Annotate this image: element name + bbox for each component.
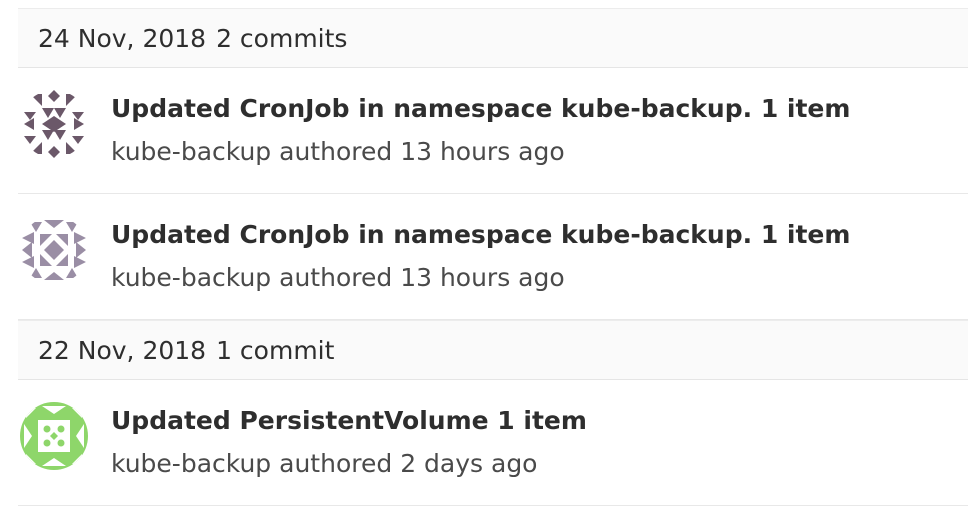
day-header: 22 Nov, 2018 1 commit	[18, 320, 968, 380]
commit-verb: authored	[279, 137, 393, 166]
commit-author[interactable]: kube-backup	[111, 449, 271, 478]
commit-row: Updated PersistentVolume 1 item kube-bac…	[18, 380, 968, 506]
commit-author[interactable]: kube-backup	[111, 137, 271, 166]
commit-meta: kube-backup authored 13 hours ago	[111, 137, 565, 166]
commit-title[interactable]: Updated PersistentVolume 1 item	[111, 406, 587, 435]
commit-count: 1 commit	[216, 335, 335, 365]
identicon-icon[interactable]	[20, 402, 88, 470]
identicon-icon[interactable]	[20, 216, 88, 284]
commit-meta: kube-backup authored 13 hours ago	[111, 263, 565, 292]
day-header: 24 Nov, 2018 2 commits	[18, 8, 968, 68]
commit-time: 13 hours ago	[400, 137, 565, 166]
day-date: 22 Nov, 2018	[38, 335, 207, 365]
commit-author[interactable]: kube-backup	[111, 263, 271, 292]
identicon-icon[interactable]	[20, 90, 88, 158]
commit-title[interactable]: Updated CronJob in namespace kube-backup…	[111, 94, 850, 123]
commit-list: 24 Nov, 2018 2 commits Updated CronJob i…	[18, 8, 968, 506]
commit-time: 13 hours ago	[400, 263, 565, 292]
commit-row: Updated CronJob in namespace kube-backup…	[18, 68, 968, 194]
commit-verb: authored	[279, 263, 393, 292]
commit-title[interactable]: Updated CronJob in namespace kube-backup…	[111, 220, 850, 249]
commit-row: Updated CronJob in namespace kube-backup…	[18, 194, 968, 320]
commit-meta: kube-backup authored 2 days ago	[111, 449, 537, 478]
commit-verb: authored	[279, 449, 393, 478]
day-date: 24 Nov, 2018	[38, 23, 207, 53]
commit-count: 2 commits	[216, 23, 348, 53]
commit-time: 2 days ago	[400, 449, 538, 478]
